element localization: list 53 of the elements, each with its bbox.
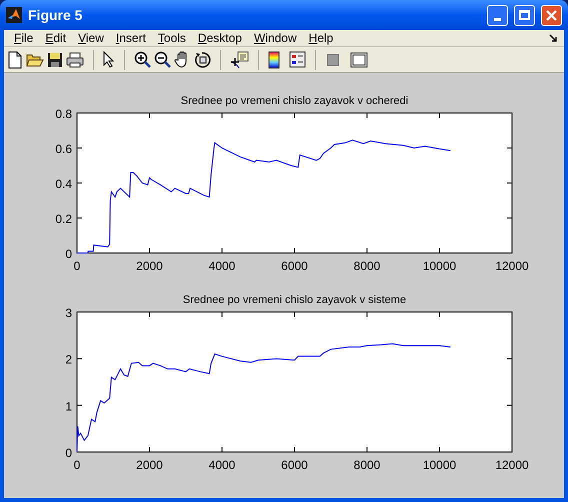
tick-label: 0 [65,247,72,261]
data-cursor-icon[interactable] [230,50,249,68]
legend-icon[interactable] [289,51,306,68]
tick-label: 0 [74,458,80,472]
app-logo-icon [6,7,22,23]
tick-label: 8000 [354,458,380,472]
zoom-in-icon[interactable] [134,51,151,68]
dock-arrow-icon[interactable] [549,34,558,42]
chart-title: Srednee po vremeni chislo zayavok v ocheredi [180,95,408,107]
tick-label: 4000 [208,458,236,472]
new-file-icon[interactable] [7,50,23,68]
save-icon[interactable] [47,52,63,68]
tick-label: 10000 [422,259,456,273]
tick-label: 12000 [495,458,529,472]
menu-item[interactable]: View [72,29,110,47]
tick-label: 6000 [281,458,308,472]
tick-label: 0.2 [55,212,72,226]
tick-label: 4000 [208,259,236,273]
tick-label: 0.8 [55,107,72,121]
menu-item[interactable]: Window [248,29,303,47]
maximize-button[interactable] [514,4,535,26]
tick-label: 6000 [281,259,308,273]
menu-item[interactable]: Desktop [192,29,248,47]
window-title: Figure 5 [28,6,84,25]
chart-title: Srednee po vremeni chislo zayavok v sisteme [182,294,406,306]
zoom-out-icon[interactable] [154,51,171,68]
tick-label: 2000 [136,259,163,273]
tick-label: 0.4 [55,177,72,191]
close-icon [546,10,557,20]
tick-label: 12000 [495,259,529,273]
menu-item[interactable]: Insert [110,29,152,47]
minimize-button[interactable] [487,4,508,26]
tick-label: 0 [65,446,72,460]
menu-item[interactable]: Help [302,29,340,47]
menu-item[interactable]: File [8,29,40,47]
tick-label: 0 [74,259,80,273]
tick-label: 2000 [136,458,163,472]
pointer-icon[interactable] [103,51,115,68]
tick-label: 2 [65,352,72,367]
colorbar-icon[interactable] [268,50,280,68]
print-icon[interactable] [66,52,84,68]
show-tools-icon[interactable] [350,52,368,68]
rotate-icon[interactable] [194,51,211,68]
tick-label: 10000 [422,458,456,472]
tick-label: 1 [65,399,72,414]
tick-label: 3 [65,306,72,320]
menu-item[interactable]: Tools [152,29,192,47]
tick-label: 8000 [354,259,380,273]
hide-tools-icon[interactable] [327,54,339,66]
close-button[interactable] [541,4,562,26]
tick-label: 0.6 [55,142,72,156]
open-folder-icon[interactable] [26,52,44,68]
menu-item[interactable]: Edit [39,29,72,47]
